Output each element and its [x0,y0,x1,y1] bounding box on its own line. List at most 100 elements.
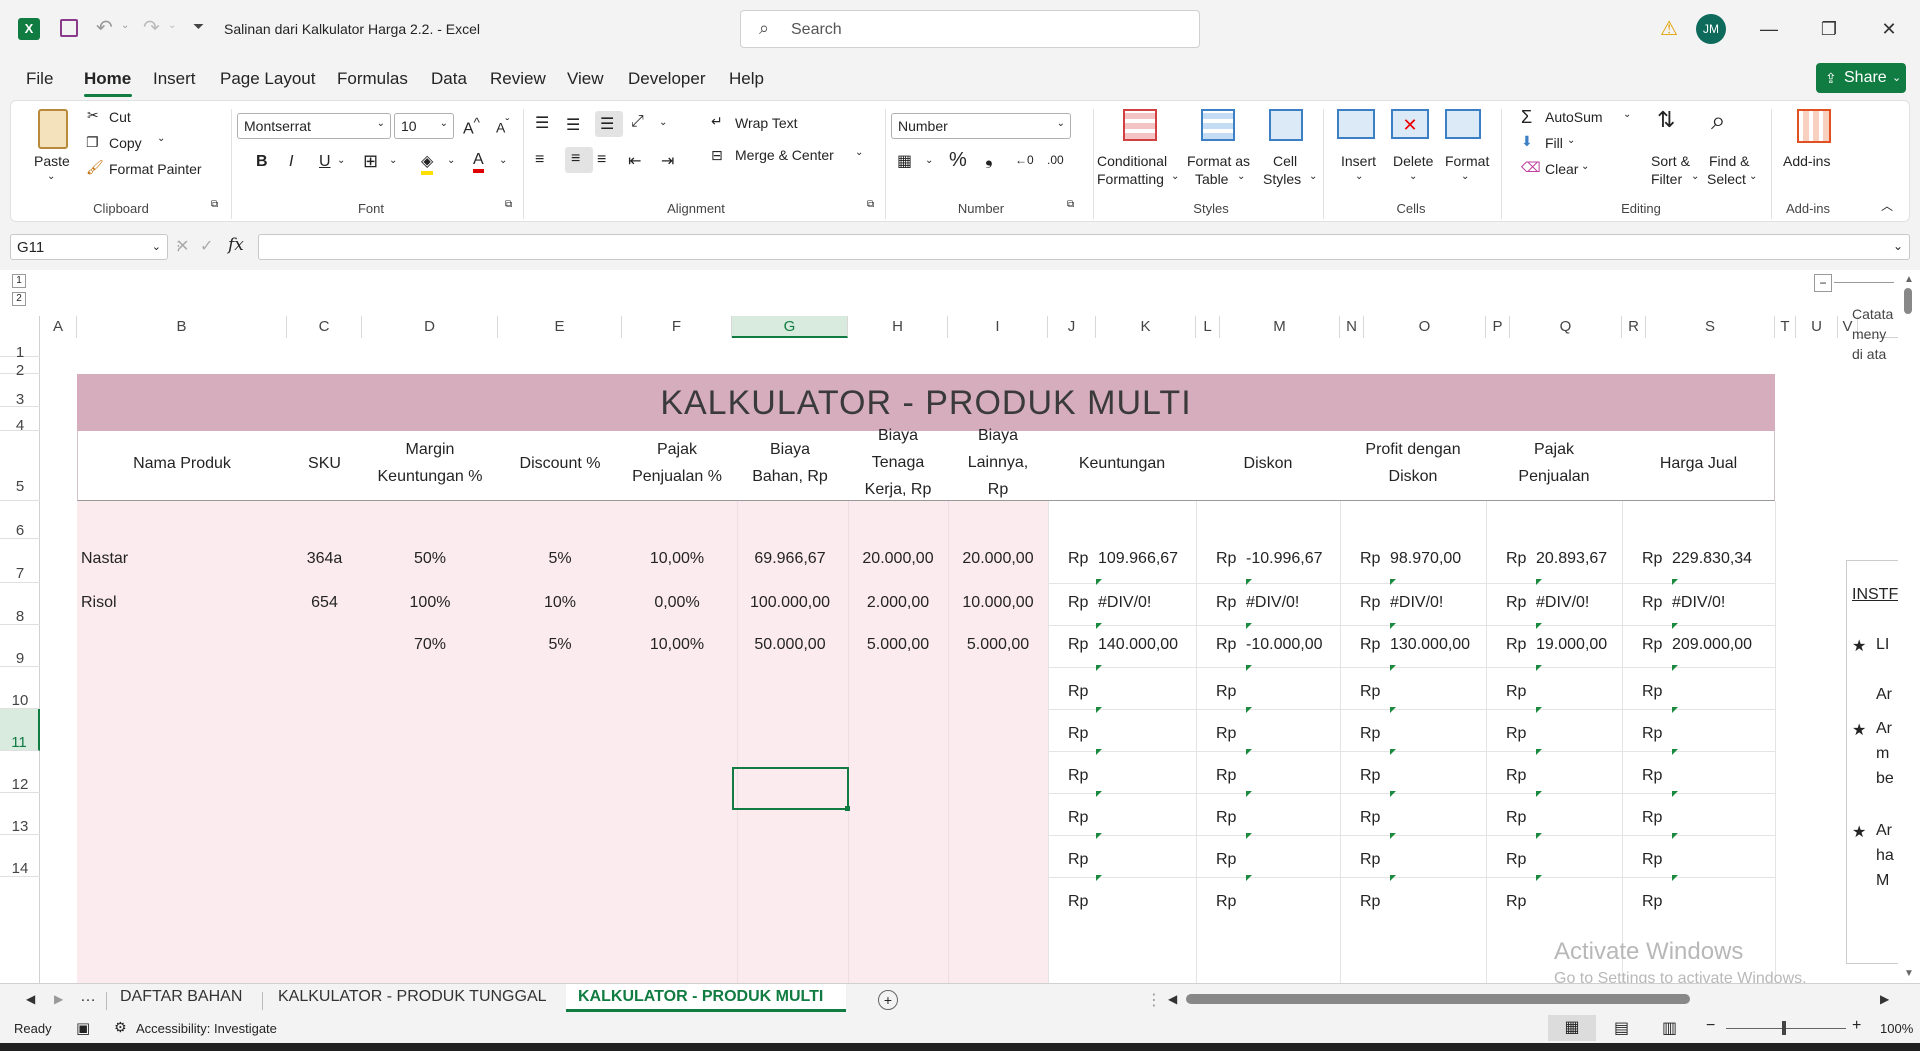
column-header-p[interactable]: P [1486,316,1510,338]
error-indicator-icon[interactable] [1672,707,1678,713]
cell-pajak-penjualan-currency[interactable]: Rp [1506,594,1526,612]
cell-profit[interactable]: 98.970,00 [1390,550,1461,568]
collapse-ribbon-icon[interactable]: ︿ [1881,197,1893,214]
column-header-f[interactable]: F [622,316,732,338]
error-indicator-icon[interactable] [1672,749,1678,755]
cell-currency[interactable]: Rp [1216,683,1236,701]
outline-collapse-button[interactable]: − [1814,274,1832,292]
error-indicator-icon[interactable] [1246,791,1252,797]
cell-currency[interactable]: Rp [1506,725,1526,743]
column-header-g[interactable]: G [732,316,848,338]
normal-view-icon[interactable]: ▦ [1548,1015,1596,1041]
error-indicator-icon[interactable] [1390,875,1396,881]
error-indicator-icon[interactable] [1246,707,1252,713]
cell-diskon[interactable]: -10.996,67 [1246,550,1323,568]
column-header-k[interactable]: K [1096,316,1196,338]
undo-icon[interactable]: ↶ [96,15,113,40]
autosum-button[interactable]: AutoSum [1545,109,1603,125]
format-table-dropdown-icon[interactable]: ⌄ [1237,171,1245,182]
error-indicator-icon[interactable] [1672,875,1678,881]
clear-dropdown-icon[interactable]: ⌄ [1581,161,1589,172]
column-header-o[interactable]: O [1364,316,1486,338]
column-header-i[interactable]: I [948,316,1048,338]
fill-handle[interactable] [845,806,850,811]
tab-help[interactable]: Help [729,69,764,89]
tab-file[interactable]: File [26,69,53,89]
cell-currency[interactable]: Rp [1642,851,1662,869]
row-header-1[interactable]: 1 [0,338,40,361]
column-header-m[interactable]: M [1220,316,1340,338]
error-indicator-icon[interactable] [1390,579,1396,585]
scroll-up-icon[interactable]: ▲ [1904,274,1914,285]
error-indicator-icon[interactable] [1096,833,1102,839]
hscroll-right-icon[interactable]: ▶ [1880,992,1889,1006]
zoom-in-icon[interactable]: + [1852,1017,1861,1035]
cell-diskon-currency[interactable]: Rp [1216,550,1236,568]
error-indicator-icon[interactable] [1390,665,1396,671]
error-indicator-icon[interactable] [1096,665,1102,671]
merge-dropdown-icon[interactable]: ⌄ [855,147,863,158]
cell-pajak-penjualan[interactable]: 20.893,67 [1536,550,1607,568]
cell-harga-jual[interactable]: 229.830,34 [1672,550,1752,568]
scroll-down-icon[interactable]: ▼ [1904,968,1914,979]
cell-keuntungan-currency[interactable]: Rp [1068,550,1088,568]
cell-profit-currency[interactable]: Rp [1360,636,1380,654]
align-bottom-icon[interactable]: ☰ [595,111,623,137]
cell-currency[interactable]: Rp [1506,683,1526,701]
underline-dropdown-icon[interactable]: ⌄ [337,155,345,166]
align-center-icon[interactable]: ≡ [565,147,593,173]
tab-home[interactable]: Home [84,69,131,89]
accounting-icon[interactable]: ▦ [897,151,912,171]
error-indicator-icon[interactable] [1096,579,1102,585]
align-left-icon[interactable]: ≡ [535,151,544,169]
cell-styles-button[interactable]: Cell [1273,153,1297,169]
cell-discount[interactable]: 10% [498,594,622,612]
cell-margin[interactable]: 50% [362,550,498,568]
cell-pajak[interactable]: 10,00% [622,636,732,654]
zoom-slider-thumb[interactable] [1782,1021,1786,1035]
fill-dropdown-icon[interactable]: ⌄ [1567,135,1575,146]
column-header-c[interactable]: C [287,316,362,338]
cell-profit[interactable]: 130.000,00 [1390,636,1470,654]
cell-currency[interactable]: Rp [1506,767,1526,785]
paste-icon[interactable] [38,109,68,149]
cell-pajak-penjualan-currency[interactable]: Rp [1506,550,1526,568]
column-header-e[interactable]: E [498,316,622,338]
split-handle-icon[interactable]: ⋮ [1146,990,1162,1010]
accessibility-status[interactable]: Accessibility: Investigate [136,1021,277,1036]
column-header-t[interactable]: T [1775,316,1796,338]
cell-pajak-penjualan-currency[interactable]: Rp [1506,636,1526,654]
cell-discount[interactable]: 5% [498,550,622,568]
cell-harga-jual-currency[interactable]: Rp [1642,594,1662,612]
hscroll-left-icon[interactable]: ◀ [1168,992,1177,1006]
formula-input[interactable]: ⌄ [258,234,1910,260]
cell-currency[interactable]: Rp [1506,851,1526,869]
sheet-tab-produk-multi[interactable]: KALKULATOR - PRODUK MULTI [578,988,823,1006]
row-header-14[interactable]: 14 [0,835,40,877]
error-indicator-icon[interactable] [1536,707,1542,713]
alignment-launcher-icon[interactable]: ⧉ [867,199,874,210]
error-indicator-icon[interactable] [1246,623,1252,629]
row-header-7[interactable]: 7 [0,539,40,583]
align-middle-icon[interactable]: ☰ [566,115,580,135]
error-indicator-icon[interactable] [1672,579,1678,585]
row-header-6[interactable]: 6 [0,501,40,539]
zoom-out-icon[interactable]: − [1706,1017,1715,1035]
wrap-text-button[interactable]: Wrap Text [735,115,798,131]
tab-view[interactable]: View [567,69,604,89]
cell-biaya-tenaga[interactable]: 20.000,00 [848,550,948,568]
row-header-3[interactable]: 3 [0,374,40,408]
format-painter-button[interactable]: Format Painter [109,161,202,177]
error-indicator-icon[interactable] [1536,833,1542,839]
minimize-icon[interactable]: — [1754,14,1784,44]
cancel-entry-icon[interactable]: ✕ [176,236,189,256]
italic-icon[interactable]: I [289,153,293,171]
share-button[interactable]: ⇪ Share ⌄ [1816,63,1906,93]
cell-sku[interactable]: 654 [287,594,362,612]
tab-developer[interactable]: Developer [628,69,706,89]
error-indicator-icon[interactable] [1096,875,1102,881]
cell-currency[interactable]: Rp [1068,725,1088,743]
name-box[interactable]: G11 ⌄ [10,234,168,260]
column-header-q[interactable]: Q [1510,316,1622,338]
row-header-9[interactable]: 9 [0,625,40,667]
